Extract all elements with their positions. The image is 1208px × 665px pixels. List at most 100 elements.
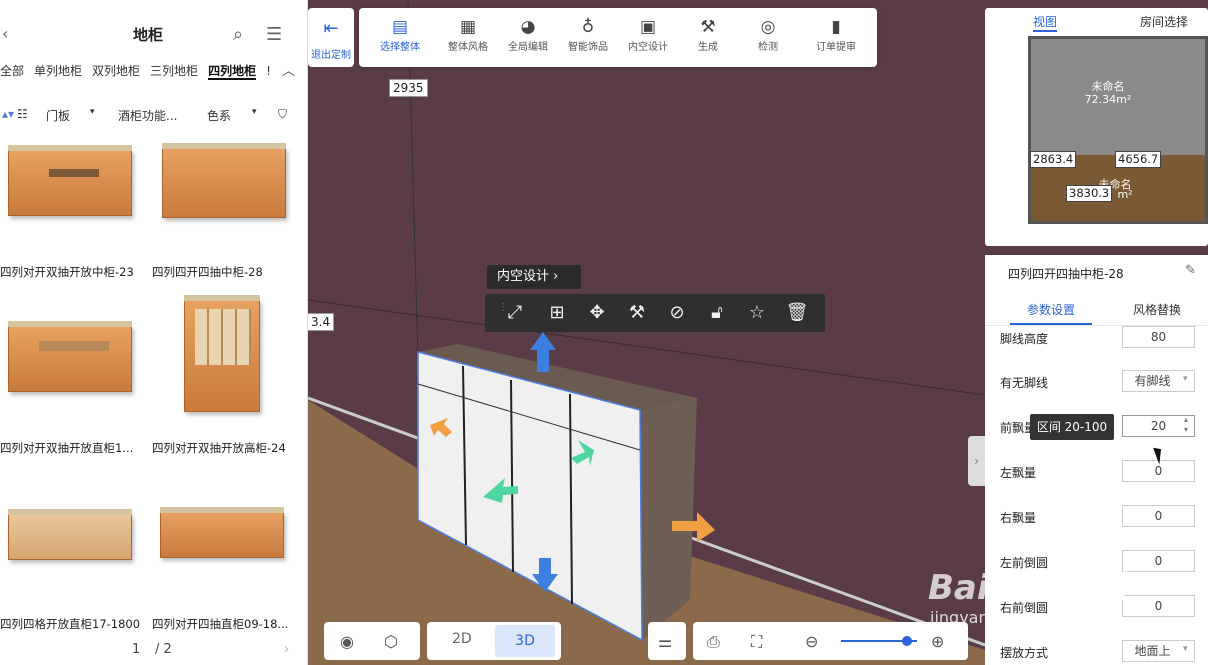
- cat-quad[interactable]: 四列地柜: [208, 64, 257, 80]
- tool-label: 检测: [758, 42, 778, 53]
- tab-params[interactable]: 参数设置: [1027, 301, 1075, 318]
- cat-double[interactable]: 双列地柜: [92, 64, 140, 78]
- watermark-url: jingyan.baidu.com: [930, 608, 1078, 627]
- scale-icon[interactable]: ⤢: [503, 302, 527, 323]
- dimension-top[interactable]: 2935: [389, 79, 428, 97]
- menu-icon[interactable]: ☰: [266, 24, 282, 45]
- room1-name: 未命名: [1091, 80, 1125, 93]
- param-row: 右飘量 0: [1000, 505, 1200, 529]
- next-page-icon[interactable]: ›: [284, 642, 289, 657]
- search-icon[interactable]: ⌕: [233, 24, 243, 45]
- param-input[interactable]: 0: [1122, 550, 1195, 572]
- hide-icon[interactable]: ⊘: [665, 302, 689, 323]
- exit-icon: ⇤: [323, 18, 339, 39]
- tool-label: 生成: [698, 42, 718, 53]
- collapse-up-icon[interactable]: ︿: [282, 60, 295, 79]
- zoom-slider-knob[interactable]: [902, 636, 913, 646]
- tab-room-select[interactable]: 房间选择: [1140, 13, 1188, 30]
- chevron-down-icon: ▾: [1183, 374, 1188, 384]
- duplicate-icon[interactable]: ⊞: [545, 302, 569, 323]
- cat-single[interactable]: 单列地柜: [34, 64, 82, 78]
- tab-style[interactable]: 风格替换: [1133, 301, 1181, 318]
- tool-style[interactable]: ▦ 整体风格: [437, 16, 499, 53]
- page-current[interactable]: 1: [132, 642, 140, 657]
- product-name: 四列对开双抽开放中柜-23: [0, 265, 134, 279]
- camera-zoom-tools: ⎙ ⛶ ⊖ ⊕: [693, 622, 968, 660]
- filter-color[interactable]: 色系: [207, 107, 231, 124]
- sort-icon[interactable]: ▴▾: [2, 107, 14, 121]
- filter-door[interactable]: 门板: [46, 107, 70, 124]
- tab-view[interactable]: 视图: [1033, 13, 1058, 32]
- param-row: 摆放方式 地面上 ▾: [1000, 640, 1200, 664]
- tool-inner-design[interactable]: ▣ 内空设计: [617, 16, 679, 53]
- param-label: 左飘量: [1000, 466, 1037, 480]
- collapse-panel-button[interactable]: ›: [968, 436, 985, 486]
- category-tabs: 全部 单列地柜 双列地柜 三列地柜 四列地柜!: [0, 62, 281, 80]
- param-label: 右飘量: [1000, 511, 1037, 525]
- catalog-panel: ‹ 地柜 ⌕ ☰ 全部 单列地柜 双列地柜 三列地柜 四列地柜! ︿ ▴▾ ☷ 门板 ▾…: [0, 0, 308, 665]
- param-row: 脚线高度 80: [1000, 326, 1200, 350]
- map-dim-c: 3830.3: [1066, 185, 1113, 202]
- view-tools: ◉ ⬡: [324, 622, 420, 660]
- filter-bar: ▴▾ ☷ 门板 ▾ 酒柜功能... 色系 ▾ ⛉: [0, 107, 300, 127]
- settings-toggle-button[interactable]: ⚌: [648, 622, 686, 660]
- exit-custom-button[interactable]: ⇤ 退出定制: [308, 8, 354, 67]
- target-icon: ◎: [760, 17, 776, 37]
- dimension-left[interactable]: 3.4: [308, 313, 335, 331]
- param-input[interactable]: 0: [1122, 595, 1195, 617]
- hammer-icon[interactable]: ⚒: [625, 302, 649, 323]
- product-card[interactable]: 四列对开双抽开放直柜1...: [0, 308, 150, 458]
- param-input[interactable]: 0: [1122, 505, 1195, 527]
- room1-area: 72.34m²: [1084, 93, 1132, 106]
- filter-icon[interactable]: ⛉: [278, 107, 287, 122]
- zoom-out-icon[interactable]: ⊖: [805, 632, 818, 651]
- product-card[interactable]: 四列对开双抽开放中柜-23: [0, 132, 150, 282]
- tool-generate[interactable]: ⚒ 生成: [677, 16, 739, 53]
- view-2d-button[interactable]: 2D: [452, 631, 472, 647]
- catalog-title: 地柜: [132, 26, 163, 44]
- tool-global-edit[interactable]: ◕ 全局编辑: [497, 16, 559, 53]
- inner-design-link[interactable]: 内空设计 ›: [487, 265, 581, 289]
- product-card[interactable]: 四列四格开放直柜17-1800: [0, 484, 150, 634]
- product-card[interactable]: 四列对开双抽开放高柜-24: [152, 295, 302, 458]
- zoom-in-icon[interactable]: ⊕: [931, 632, 944, 651]
- page-total: / 2: [155, 642, 172, 657]
- eye-icon[interactable]: ◉: [340, 632, 354, 651]
- map-dim-b: 4656.7: [1115, 151, 1162, 168]
- product-thumbnail: [8, 145, 132, 216]
- param-label: 摆放方式: [1000, 646, 1049, 660]
- cat-all[interactable]: 全部: [0, 64, 24, 78]
- camera-icon[interactable]: ⎙: [707, 632, 720, 652]
- param-input[interactable]: 80: [1122, 326, 1195, 348]
- delete-icon[interactable]: 🗑︎: [785, 302, 809, 323]
- chevron-down-icon: ▾: [1183, 644, 1188, 654]
- cat-more[interactable]: !: [266, 64, 271, 78]
- product-name: 四列对开四抽直柜09-18...: [152, 617, 289, 631]
- lock-icon[interactable]: 🔓︎: [705, 302, 729, 323]
- product-card[interactable]: 四列对开四抽直柜09-18...: [152, 484, 302, 634]
- tool-select-all[interactable]: ▤ 选择整体: [369, 16, 431, 53]
- tool-check[interactable]: ◎ 检测: [737, 16, 799, 53]
- stepper-icon[interactable]: ▴ ▾: [1184, 415, 1188, 435]
- tool-smart-decor[interactable]: ♁ 智能饰品: [557, 16, 619, 53]
- chevron-down-icon: ▾: [252, 107, 257, 117]
- param-row: 左飘量 0: [1000, 460, 1200, 484]
- chevron-down-icon: ▾: [90, 107, 95, 117]
- cube-icon[interactable]: ⬡: [384, 632, 398, 651]
- product-thumbnail: [8, 509, 132, 560]
- tool-submit-order[interactable]: ▮ 订单提审: [805, 16, 867, 53]
- filter-wine[interactable]: 酒柜功能...: [118, 107, 177, 124]
- cat-triple[interactable]: 三列地柜: [150, 64, 198, 78]
- fit-view-icon[interactable]: ⛶: [751, 632, 762, 652]
- move-icon[interactable]: ✥: [585, 302, 609, 323]
- edit-icon[interactable]: ✎: [1185, 263, 1196, 278]
- view-3d-button[interactable]: 3D: [495, 625, 555, 657]
- product-card[interactable]: 四列四开四抽中柜-28: [152, 132, 302, 282]
- bulb-icon: ♁: [581, 17, 595, 37]
- star-icon[interactable]: ☆: [745, 302, 769, 323]
- list-icon[interactable]: ☷: [17, 107, 28, 121]
- product-thumbnail: [8, 321, 132, 392]
- param-label: 脚线高度: [1000, 332, 1049, 346]
- tool-label: 智能饰品: [568, 42, 608, 53]
- frame-icon: ▣: [639, 17, 657, 37]
